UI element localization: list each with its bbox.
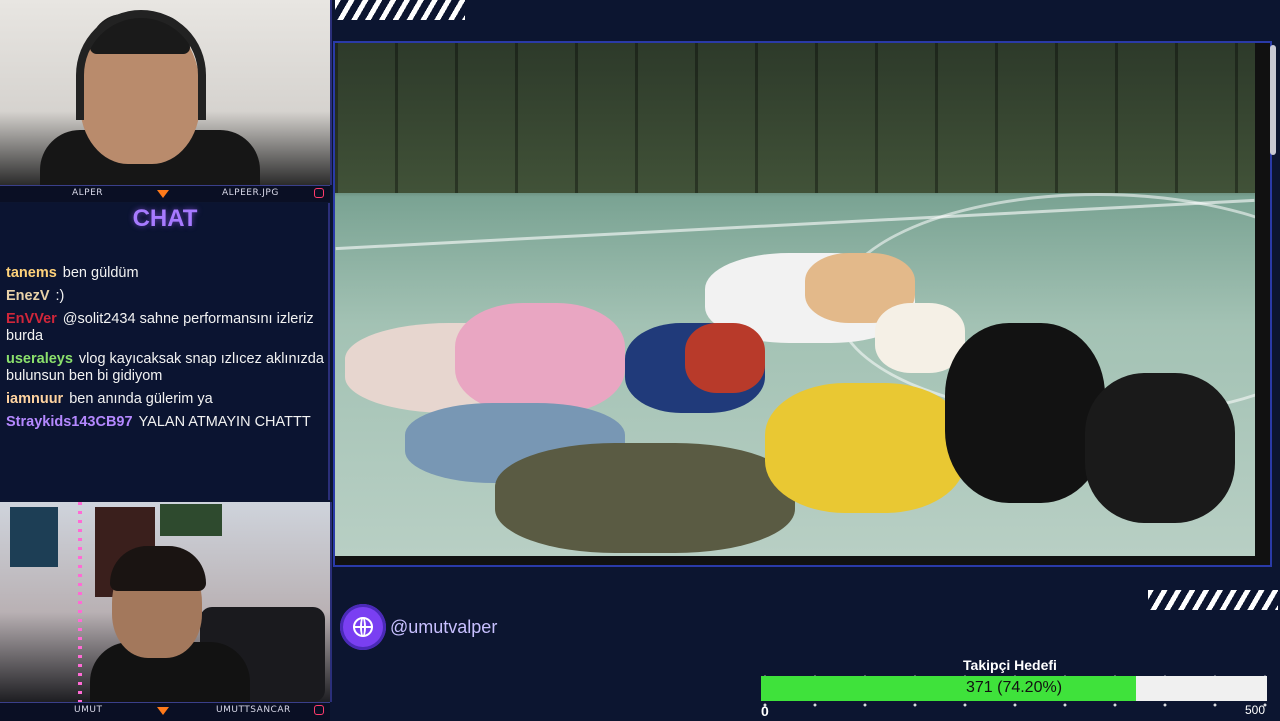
chat-message: EnVVer @solit2434 sahne performansını izl… xyxy=(6,311,324,345)
scrollbar[interactable] xyxy=(1270,45,1276,155)
chat-messages: tanems ben güldüm EnezV:) EnVVer @solit2434 … xyxy=(6,265,324,437)
webcam-bottom-name: UMUT xyxy=(74,705,103,715)
chat-title: CHAT xyxy=(132,205,198,232)
chat-username[interactable]: EnVVer xyxy=(6,311,57,327)
people-group xyxy=(345,243,1245,553)
webcam-bottom-handle: UMUTTSANCAR xyxy=(216,705,291,715)
chat-username[interactable]: Straykids143CB97 xyxy=(6,414,133,430)
follower-goal-max: 500 xyxy=(1245,703,1266,717)
webcam-bottom-namebar: UMUT UMUTTSANCAR xyxy=(0,702,330,721)
chat-message: EnezV:) xyxy=(6,288,324,305)
chat-username[interactable]: EnezV xyxy=(6,288,50,304)
chat-message: iamnuur ben anında gülerim ya xyxy=(6,391,324,408)
video-player[interactable] xyxy=(335,43,1255,556)
headset-icon xyxy=(76,10,206,120)
webcam-bottom xyxy=(0,502,332,702)
chat-username[interactable]: tanems xyxy=(6,265,57,281)
instagram-icon xyxy=(314,705,324,715)
chevron-down-icon xyxy=(157,707,169,715)
webcam-top-handle: ALPEER.JPG xyxy=(222,188,279,198)
wall-poster xyxy=(160,504,222,536)
webcam-top-name: ALPER xyxy=(72,188,104,198)
webcam-top-namebar: ALPER ALPEER.JPG xyxy=(0,185,330,202)
chat-text: :) xyxy=(55,288,65,304)
decorative-stripes xyxy=(1148,590,1278,610)
social-handle: @umutvalper xyxy=(390,617,498,637)
led-lights xyxy=(78,502,82,702)
fence-background xyxy=(335,43,1255,193)
chat-message: useraleys vlog kayıcaksak snap ızlıcez ak… xyxy=(6,351,324,385)
chat-username[interactable]: iamnuur xyxy=(6,391,63,407)
globe-icon xyxy=(340,604,386,650)
wall-poster xyxy=(10,507,58,567)
chat-text: YALAN ATMAYIN CHATTT xyxy=(138,414,311,430)
follower-goal-bar: 371 (74.20%) xyxy=(761,676,1267,701)
chat-panel: CHAT tanems ben güldüm EnezV:) EnVVer @solit… xyxy=(0,203,330,500)
chevron-down-icon xyxy=(157,190,169,198)
follower-goal-min: 0 xyxy=(761,703,769,719)
follower-goal-widget: Takipçi Hedefi 371 (74.20%) 0 500 xyxy=(740,655,1280,720)
chat-text: ben güldüm xyxy=(62,265,139,281)
follower-goal-title: Takipçi Hedefi xyxy=(963,657,1057,673)
follower-goal-progress-text: 371 (74.20%) xyxy=(965,679,1063,696)
streamer-hair xyxy=(110,546,206,591)
instagram-icon xyxy=(314,188,324,198)
chat-message: Straykids143CB97 YALAN ATMAYIN CHATTT xyxy=(6,414,324,431)
chat-username[interactable]: useraleys xyxy=(6,351,73,367)
webcam-top xyxy=(0,0,332,185)
chat-text: ben anında gülerim ya xyxy=(69,391,213,407)
decorative-stripes xyxy=(335,0,465,20)
chat-message: tanems ben güldüm xyxy=(6,265,324,282)
